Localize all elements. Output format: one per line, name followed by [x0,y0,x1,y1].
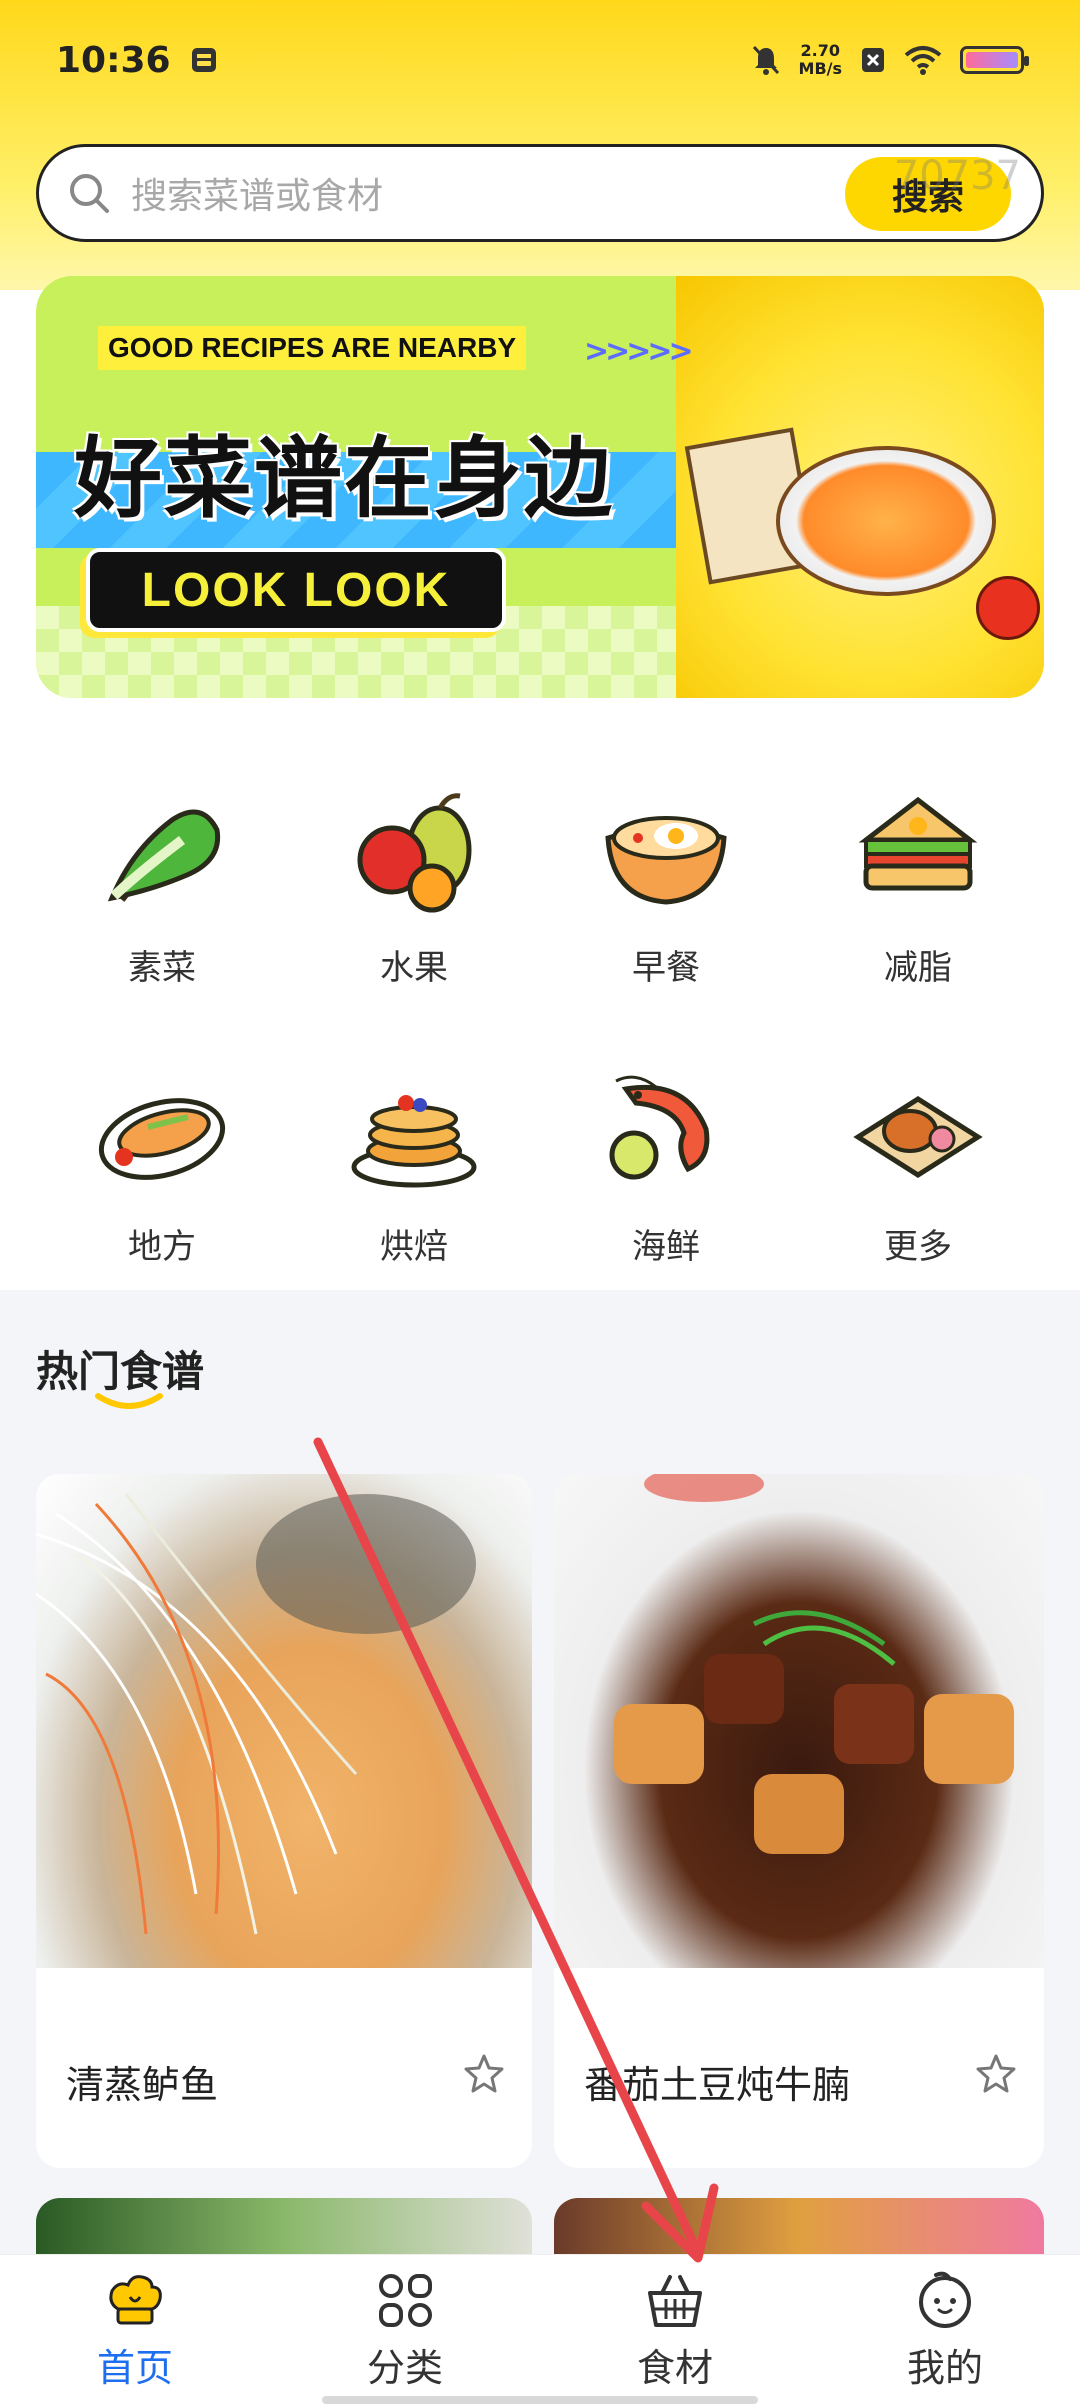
vegetable-icon [107,809,221,902]
recipe-card[interactable]: 清蒸鲈鱼 [36,1474,532,2168]
banner-look-button: LOOK LOOK [86,548,506,632]
sandwich-icon [858,796,978,891]
category-grid-icon [379,2274,432,2327]
search-input[interactable]: 搜索菜谱或食材 [131,167,383,219]
category-label: 海鲜 [632,1227,700,1267]
favorite-star-icon[interactable] [462,2052,506,2096]
breakfast-icon [605,816,727,905]
recipe-card[interactable]: 番茄土豆炖牛腩 [554,1474,1044,2168]
category-item-seafood[interactable]: 海鲜 [540,1059,792,1268]
favorite-star-icon[interactable] [974,2052,1018,2096]
wifi-icon [904,46,942,75]
pancake-icon [351,1095,477,1188]
recipe-image-beef[interactable] [554,1474,1044,1968]
nav-label: 分类 [366,2346,443,2390]
battery-icon [960,46,1029,74]
shrimp-icon [609,1075,710,1180]
more-food-icon [853,1096,983,1178]
category-label: 早餐 [632,948,700,988]
net-speed-value: 2.70 [800,41,840,60]
tomato-illustration [976,576,1040,640]
nav-tab-profile[interactable]: 我的 [810,2255,1080,2408]
category-label: 素菜 [128,948,196,988]
category-item-vegetable[interactable]: 素菜 [36,780,288,989]
recipe-title: 番茄土豆炖牛腩 [584,2063,851,2107]
chef-hat-icon [109,2275,162,2325]
local-dish-icon [98,1098,226,1180]
watermark-text: 70737 [893,153,1021,199]
status-bar: 10:36 2.70 MB/s [0,0,1080,120]
promo-banner[interactable]: GOOD RECIPES ARE NEARBY >>>>> 好菜谱在身边 LOO… [36,276,1044,698]
category-item-diet[interactable]: 减脂 [792,780,1044,989]
category-grid: 素菜 水果 早餐 减脂 地方 烘焙 海鲜 更多 [36,780,1044,1268]
nav-tab-home[interactable]: 首页 [0,2255,270,2408]
banner-headline: 好菜谱在身边 [74,427,615,530]
mute-icon [752,45,779,75]
category-item-baking[interactable]: 烘焙 [288,1059,540,1268]
status-time: 10:36 [56,39,171,81]
category-item-more[interactable]: 更多 [792,1059,1044,1268]
shredded-scallion-illustration [36,1493,476,1935]
recipe-image-fish[interactable] [36,1474,532,1968]
nav-label: 我的 [906,2346,983,2390]
stew-illustration [614,1474,1014,1854]
category-label: 地方 [128,1227,196,1267]
nav-label: 食材 [636,2346,713,2390]
basket-icon [648,2275,702,2327]
title-underline [95,1393,163,1409]
banner-english-text: GOOD RECIPES ARE NEARBY [98,326,527,370]
recipe-title: 清蒸鲈鱼 [66,2063,219,2107]
category-label: 减脂 [884,948,952,988]
home-indicator [322,2396,758,2404]
notification-icon [191,48,216,72]
profile-icon [919,2271,971,2328]
banner-arrows: >>>>> [584,334,694,369]
nav-label: 首页 [96,2346,173,2390]
search-icon [70,174,109,213]
category-label: 更多 [884,1227,952,1267]
bottom-nav: 首页 分类 食材 我的 [0,2254,1080,2408]
category-item-local[interactable]: 地方 [36,1059,288,1268]
net-speed-unit: MB/s [798,59,842,78]
fruit-icon [357,793,472,913]
search-bar[interactable]: 搜索菜谱或食材 搜索 70737 [36,144,1044,242]
hotpot-illustration [776,446,996,596]
nav-tab-ingredients[interactable]: 食材 [540,2255,810,2408]
nav-tab-category[interactable]: 分类 [270,2255,540,2408]
category-item-breakfast[interactable]: 早餐 [540,780,792,989]
sim-icon [862,48,884,72]
category-label: 烘焙 [380,1227,448,1267]
category-item-fruit[interactable]: 水果 [288,780,540,989]
net-speed: 2.70 MB/s [799,42,842,78]
category-label: 水果 [380,948,448,988]
